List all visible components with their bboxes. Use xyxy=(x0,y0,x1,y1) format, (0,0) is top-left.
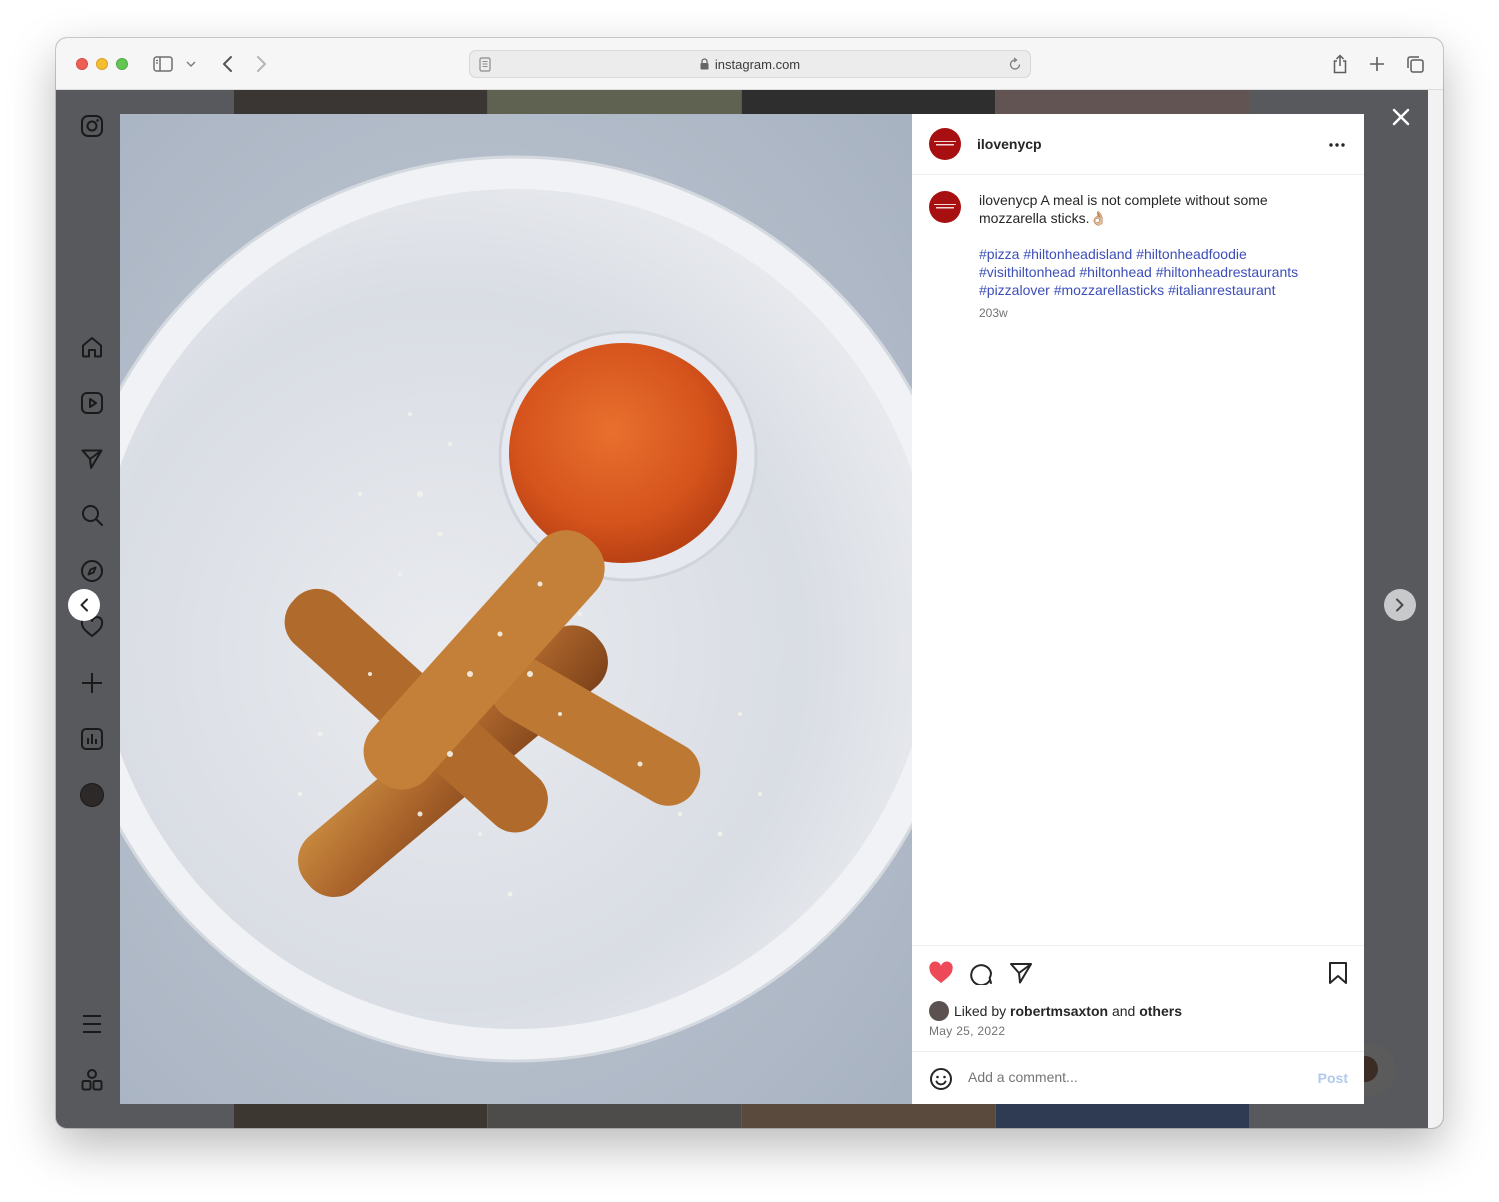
next-post-button[interactable] xyxy=(1384,589,1416,621)
post-modal: ilovenycp ilovenycp A meal is not comple… xyxy=(120,114,1364,1104)
liked-and: and xyxy=(1111,1003,1136,1019)
browser-toolbar: instagram.com xyxy=(56,38,1443,90)
likes-summary: Liked by robertmsaxton and others xyxy=(929,1000,1182,1022)
grid-thumbnail[interactable] xyxy=(488,1104,741,1128)
share-icon[interactable] xyxy=(1008,960,1034,986)
url-text: instagram.com xyxy=(714,57,801,72)
grid-thumbnail[interactable] xyxy=(488,90,741,114)
direct-message-icon[interactable] xyxy=(80,447,104,471)
share-page-icon[interactable] xyxy=(1329,53,1351,75)
insights-icon[interactable] xyxy=(80,727,104,751)
comment-input[interactable] xyxy=(968,1069,1288,1085)
post-date[interactable]: May 25, 2022 xyxy=(929,1024,1005,1038)
more-apps-icon[interactable] xyxy=(80,1068,104,1092)
menu-icon[interactable] xyxy=(80,1012,104,1036)
post-caption: ilovenycp A meal is not complete without… xyxy=(979,191,1339,227)
grid-thumbnail[interactable] xyxy=(996,90,1249,114)
url-display[interactable]: instagram.com xyxy=(470,57,1030,73)
reels-icon[interactable] xyxy=(80,391,104,415)
post-actions: Liked by robertmsaxton and others May 25… xyxy=(912,945,1364,1051)
chevron-down-icon[interactable] xyxy=(182,53,200,75)
back-icon[interactable] xyxy=(216,53,238,75)
post-details-panel: ilovenycp ilovenycp A meal is not comple… xyxy=(912,114,1364,1104)
bookmark-icon[interactable] xyxy=(1325,960,1351,986)
create-plus-icon[interactable] xyxy=(80,671,104,695)
grid-thumbnail[interactable] xyxy=(234,1104,487,1128)
grid-thumbnail[interactable] xyxy=(996,1104,1249,1128)
heart-filled-icon[interactable] xyxy=(928,960,954,986)
caption-hashtags[interactable]: #pizza #hiltonheadisland #hiltonheadfood… xyxy=(979,245,1339,299)
author-username[interactable]: ilovenycp xyxy=(977,136,1042,152)
home-icon[interactable] xyxy=(80,335,104,359)
post-comment-button[interactable]: Post xyxy=(1318,1070,1348,1086)
page-content: ilovenycp ilovenycp A meal is not comple… xyxy=(56,90,1428,1128)
new-tab-icon[interactable] xyxy=(1366,53,1388,75)
tab-overview-icon[interactable] xyxy=(1404,53,1426,75)
comment-composer: Post xyxy=(912,1051,1364,1104)
post-photo[interactable] xyxy=(120,114,912,1104)
profile-avatar[interactable] xyxy=(80,783,104,807)
grid-thumbnail[interactable] xyxy=(234,90,487,114)
reload-icon[interactable] xyxy=(1008,57,1022,77)
forward-icon[interactable] xyxy=(251,53,273,75)
liked-by-others[interactable]: others xyxy=(1139,1003,1182,1019)
author-avatar[interactable] xyxy=(929,128,961,160)
explore-icon[interactable] xyxy=(80,559,104,583)
post-time-ago[interactable]: 203w xyxy=(979,306,1008,320)
close-window-button[interactable] xyxy=(76,58,88,70)
caption-username[interactable]: ilovenycp xyxy=(979,192,1037,208)
previous-post-button[interactable] xyxy=(68,589,100,621)
more-options-icon[interactable] xyxy=(1328,136,1346,159)
close-icon[interactable] xyxy=(1389,105,1413,129)
grid-thumbnail[interactable] xyxy=(742,1104,995,1128)
instagram-logo-icon[interactable] xyxy=(80,114,104,138)
sidebar-toggle-icon[interactable] xyxy=(152,53,174,75)
caption-author-avatar[interactable] xyxy=(929,191,961,223)
search-icon[interactable] xyxy=(80,503,104,527)
lock-icon xyxy=(700,58,709,73)
post-header: ilovenycp xyxy=(912,114,1364,175)
minimize-window-button[interactable] xyxy=(96,58,108,70)
liker-avatar[interactable] xyxy=(929,1001,949,1021)
chevron-left-icon xyxy=(79,598,89,612)
chevron-right-icon xyxy=(1395,598,1405,612)
comment-icon[interactable] xyxy=(968,960,994,986)
zoom-window-button[interactable] xyxy=(116,58,128,70)
address-bar[interactable]: instagram.com xyxy=(469,50,1031,78)
liked-by-prefix: Liked by xyxy=(954,1003,1007,1019)
emoji-icon[interactable] xyxy=(929,1067,953,1096)
scrollbar-track[interactable] xyxy=(1428,90,1443,1128)
grid-thumbnail[interactable] xyxy=(742,90,995,114)
browser-window: instagram.com ilovenycp ilovenycp A meal… xyxy=(56,38,1443,1128)
liked-by-user[interactable]: robertmsaxton xyxy=(1010,1003,1108,1019)
